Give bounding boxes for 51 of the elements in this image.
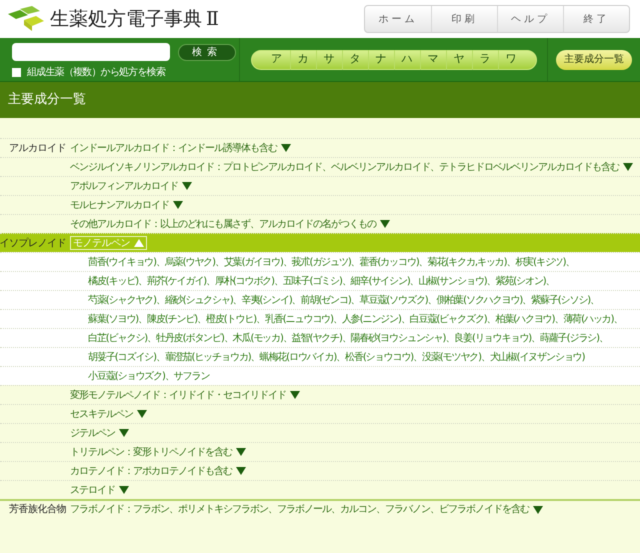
component-toggle[interactable]: その他アルカロイド：以上のどれにも属さず、アルカロイドの名がつくもの	[70, 216, 390, 232]
kana-index-tab[interactable]: ア	[264, 50, 290, 70]
component-toggle[interactable]: トリテルペン：変形トリペノイドを含む	[70, 444, 246, 460]
kana-index-tab[interactable]: タ	[342, 50, 368, 70]
expand-triangle-icon[interactable]	[281, 144, 291, 152]
expand-triangle-icon[interactable]	[137, 410, 147, 418]
logo-icon	[6, 6, 46, 32]
kana-index-tab[interactable]: ナ	[368, 50, 394, 70]
search-field[interactable]	[12, 43, 170, 61]
expand-triangle-icon[interactable]	[533, 506, 543, 514]
category-label: 芳香族化合物	[9, 502, 66, 517]
expand-triangle-icon[interactable]	[236, 448, 246, 456]
header-nav-button[interactable]: ヘルプ	[497, 6, 563, 32]
component-toggle[interactable]: セスキテルペン	[70, 406, 147, 422]
expand-triangle-icon[interactable]	[236, 467, 246, 475]
checkbox-label: 組成生薬（複数）から処方を検索	[27, 66, 166, 80]
kana-index-tab[interactable]: カ	[290, 50, 316, 70]
expand-triangle-icon[interactable]	[380, 220, 390, 228]
component-toggle[interactable]: インドールアルカロイド：インドール誘導体も含む	[70, 140, 291, 156]
component-toggle[interactable]: フラボノイド：フラボン、ポリメトキシフラボン、フラボノール、カルコン、フラバノン、ビフラボノイドを含む	[70, 502, 543, 517]
component-list-button[interactable]: 主要成分一覧	[556, 50, 632, 70]
app-title-numeral: Ⅱ	[206, 6, 219, 32]
expand-triangle-icon[interactable]	[119, 486, 129, 494]
component-toggle[interactable]: モルヒナンアルカロイド	[70, 198, 183, 212]
kana-index-tab[interactable]: ハ	[394, 50, 420, 70]
kana-index-tab[interactable]: マ	[420, 50, 446, 70]
category-label: アルカロイド	[9, 142, 66, 156]
category-label: イソプレノイド	[0, 236, 66, 250]
expand-triangle-icon[interactable]	[182, 182, 192, 190]
component-toggle[interactable]: ジテルペン	[70, 426, 129, 440]
header-nav-button[interactable]: 終了	[563, 6, 629, 32]
search-button[interactable]: 検索	[178, 44, 236, 60]
kana-index-tab[interactable]: ラ	[472, 50, 498, 70]
kana-index-tab[interactable]: サ	[316, 50, 342, 70]
expand-triangle-icon[interactable]	[290, 391, 300, 399]
page-title: 主要成分一覧	[8, 91, 86, 110]
header-nav-button[interactable]: 印刷	[431, 6, 497, 32]
kana-index-tab[interactable]: ワ	[498, 50, 524, 70]
component-toggle[interactable]: ベンジルイソキノリンアルカロイド：プロトピンアルカロイド、ベルベリンアルカロイド、テトラヒドロベルベリンアルカロイドも含む	[70, 160, 633, 174]
expand-triangle-icon[interactable]	[623, 163, 633, 171]
component-toggle[interactable]: カロテノイド：アポカロテノイドも含む	[70, 464, 246, 478]
component-toggle[interactable]: 変形モノテルペノイド：イリドイド・セコイリドイド	[70, 388, 300, 402]
checkbox[interactable]	[12, 68, 21, 77]
expand-triangle-icon[interactable]	[173, 201, 183, 209]
app-title: 生薬処方電子事典	[50, 6, 202, 32]
component-toggle[interactable]: ステロイド	[70, 482, 129, 498]
component-toggle[interactable]: アポルフィンアルカロイド	[70, 178, 192, 194]
expand-triangle-icon[interactable]	[119, 429, 129, 437]
kana-index-tab[interactable]: ヤ	[446, 50, 472, 70]
herb-list[interactable]: 小豆蔻(ショウズク)、サフラン	[88, 368, 210, 384]
header-nav-button[interactable]: ホーム	[365, 6, 431, 32]
